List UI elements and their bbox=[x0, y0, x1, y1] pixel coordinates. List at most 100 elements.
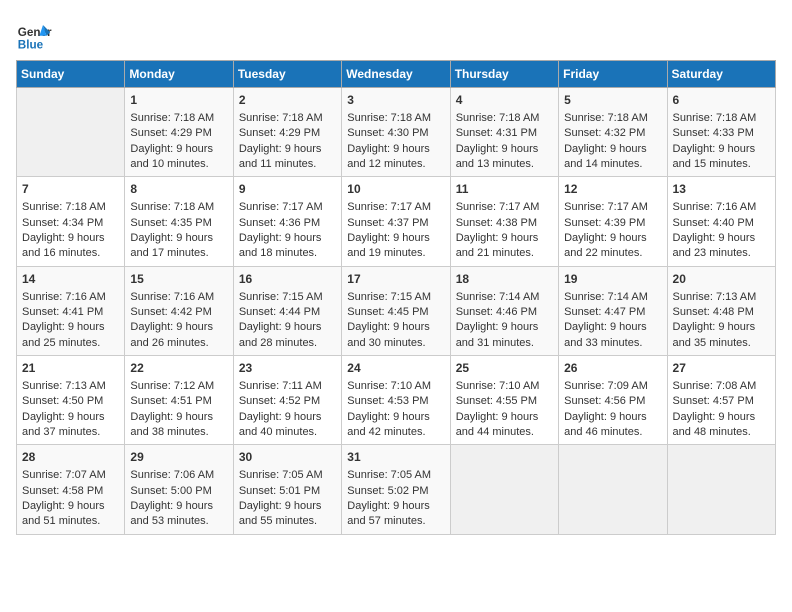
weekday-header-monday: Monday bbox=[125, 61, 233, 88]
calendar-cell: 20Sunrise: 7:13 AMSunset: 4:48 PMDayligh… bbox=[667, 266, 775, 355]
sunset-text: Sunset: 4:53 PM bbox=[347, 395, 428, 407]
daylight-text: Daylight: 9 hours and 14 minutes. bbox=[564, 143, 647, 170]
sunset-text: Sunset: 4:40 PM bbox=[673, 217, 754, 229]
calendar-cell: 8Sunrise: 7:18 AMSunset: 4:35 PMDaylight… bbox=[125, 177, 233, 266]
calendar-header: SundayMondayTuesdayWednesdayThursdayFrid… bbox=[17, 61, 776, 88]
calendar-cell: 12Sunrise: 7:17 AMSunset: 4:39 PMDayligh… bbox=[559, 177, 667, 266]
calendar-cell: 28Sunrise: 7:07 AMSunset: 4:58 PMDayligh… bbox=[17, 445, 125, 534]
weekday-header-tuesday: Tuesday bbox=[233, 61, 341, 88]
calendar-cell: 15Sunrise: 7:16 AMSunset: 4:42 PMDayligh… bbox=[125, 266, 233, 355]
daylight-text: Daylight: 9 hours and 48 minutes. bbox=[673, 411, 756, 438]
day-number: 23 bbox=[239, 360, 336, 377]
sunrise-text: Sunrise: 7:18 AM bbox=[564, 112, 648, 124]
calendar-cell: 21Sunrise: 7:13 AMSunset: 4:50 PMDayligh… bbox=[17, 356, 125, 445]
sunset-text: Sunset: 4:35 PM bbox=[130, 217, 211, 229]
sunrise-text: Sunrise: 7:17 AM bbox=[456, 201, 540, 213]
calendar-cell: 14Sunrise: 7:16 AMSunset: 4:41 PMDayligh… bbox=[17, 266, 125, 355]
sunset-text: Sunset: 4:37 PM bbox=[347, 217, 428, 229]
sunrise-text: Sunrise: 7:15 AM bbox=[347, 291, 431, 303]
calendar-cell: 10Sunrise: 7:17 AMSunset: 4:37 PMDayligh… bbox=[342, 177, 450, 266]
daylight-text: Daylight: 9 hours and 22 minutes. bbox=[564, 232, 647, 259]
sunset-text: Sunset: 4:42 PM bbox=[130, 306, 211, 318]
calendar-cell: 27 Sunrise: 7:08 AM Sunset: 4:57 PM Dayligh… bbox=[667, 356, 775, 445]
calendar-cell: 9Sunrise: 7:17 AMSunset: 4:36 PMDaylight… bbox=[233, 177, 341, 266]
day-number: 7 bbox=[22, 181, 119, 198]
day-number: 26 bbox=[564, 360, 661, 377]
calendar-body: 1Sunrise: 7:18 AMSunset: 4:29 PMDaylight… bbox=[17, 88, 776, 535]
day-number: 25 bbox=[456, 360, 553, 377]
weekday-header-friday: Friday bbox=[559, 61, 667, 88]
day-number: 6 bbox=[673, 92, 770, 109]
sunset-text: Sunset: 4:29 PM bbox=[130, 127, 211, 139]
daylight-text: Daylight: 9 hours and 11 minutes. bbox=[239, 143, 322, 170]
sunset-text: Sunset: 4:36 PM bbox=[239, 217, 320, 229]
day-number: 3 bbox=[347, 92, 444, 109]
daylight-text: Daylight: 9 hours and 44 minutes. bbox=[456, 411, 539, 438]
day-number: 4 bbox=[456, 92, 553, 109]
daylight-text: Daylight: 9 hours and 51 minutes. bbox=[22, 500, 105, 527]
sunrise-text: Sunrise: 7:05 AM bbox=[347, 469, 431, 481]
daylight-text: Daylight: 9 hours and 26 minutes. bbox=[130, 321, 213, 348]
daylight-text: Daylight: 9 hours and 46 minutes. bbox=[564, 411, 647, 438]
daylight-text: Daylight: 9 hours and 13 minutes. bbox=[456, 143, 539, 170]
sunrise-text: Sunrise: 7:17 AM bbox=[347, 201, 431, 213]
sunrise-text: Sunrise: 7:16 AM bbox=[673, 201, 757, 213]
day-number: 15 bbox=[130, 271, 227, 288]
sunrise-text: Sunrise: 7:10 AM bbox=[456, 380, 540, 392]
sunset-text: Sunset: 4:39 PM bbox=[564, 217, 645, 229]
sunset-text: Sunset: 4:48 PM bbox=[673, 306, 754, 318]
calendar-cell: 7Sunrise: 7:18 AMSunset: 4:34 PMDaylight… bbox=[17, 177, 125, 266]
day-number: 2 bbox=[239, 92, 336, 109]
day-number: 19 bbox=[564, 271, 661, 288]
day-number: 24 bbox=[347, 360, 444, 377]
weekday-header-sunday: Sunday bbox=[17, 61, 125, 88]
calendar-cell: 24 Sunrise: 7:10 AM Sunset: 4:53 PM Dayligh… bbox=[342, 356, 450, 445]
calendar-cell: 31Sunrise: 7:05 AMSunset: 5:02 PMDayligh… bbox=[342, 445, 450, 534]
day-number: 28 bbox=[22, 449, 119, 466]
sunset-text: Sunset: 4:41 PM bbox=[22, 306, 103, 318]
sunset-text: Sunset: 4:58 PM bbox=[22, 485, 103, 497]
sunset-text: Sunset: 4:51 PM bbox=[130, 395, 211, 407]
sunset-text: Sunset: 4:57 PM bbox=[673, 395, 754, 407]
calendar-cell: 17Sunrise: 7:15 AMSunset: 4:45 PMDayligh… bbox=[342, 266, 450, 355]
day-number: 18 bbox=[456, 271, 553, 288]
calendar-cell: 22Sunrise: 7:12 AMSunset: 4:51 PMDayligh… bbox=[125, 356, 233, 445]
calendar-cell: 16Sunrise: 7:15 AMSunset: 4:44 PMDayligh… bbox=[233, 266, 341, 355]
sunrise-text: Sunrise: 7:18 AM bbox=[22, 201, 106, 213]
sunrise-text: Sunrise: 7:16 AM bbox=[22, 291, 106, 303]
sunrise-text: Sunrise: 7:18 AM bbox=[130, 201, 214, 213]
sunrise-text: Sunrise: 7:14 AM bbox=[456, 291, 540, 303]
calendar-cell: 30Sunrise: 7:05 AMSunset: 5:01 PMDayligh… bbox=[233, 445, 341, 534]
daylight-text: Daylight: 9 hours and 33 minutes. bbox=[564, 321, 647, 348]
sunset-text: Sunset: 4:44 PM bbox=[239, 306, 320, 318]
daylight-text: Daylight: 9 hours and 42 minutes. bbox=[347, 411, 430, 438]
sunset-text: Sunset: 4:29 PM bbox=[239, 127, 320, 139]
day-number: 31 bbox=[347, 449, 444, 466]
daylight-text: Daylight: 9 hours and 17 minutes. bbox=[130, 232, 213, 259]
weekday-header-saturday: Saturday bbox=[667, 61, 775, 88]
calendar-week-4: 28Sunrise: 7:07 AMSunset: 4:58 PMDayligh… bbox=[17, 445, 776, 534]
sunrise-text: Sunrise: 7:08 AM bbox=[673, 380, 757, 392]
calendar-cell bbox=[17, 88, 125, 177]
logo: General Blue bbox=[16, 16, 56, 52]
sunrise-text: Sunrise: 7:18 AM bbox=[673, 112, 757, 124]
sunrise-text: Sunrise: 7:11 AM bbox=[239, 380, 322, 392]
day-number: 11 bbox=[456, 181, 553, 198]
weekday-row: SundayMondayTuesdayWednesdayThursdayFrid… bbox=[17, 61, 776, 88]
daylight-text: Daylight: 9 hours and 23 minutes. bbox=[673, 232, 756, 259]
sunset-text: Sunset: 4:38 PM bbox=[456, 217, 537, 229]
daylight-text: Daylight: 9 hours and 16 minutes. bbox=[22, 232, 105, 259]
daylight-text: Daylight: 9 hours and 38 minutes. bbox=[130, 411, 213, 438]
sunset-text: Sunset: 5:01 PM bbox=[239, 485, 320, 497]
day-number: 27 bbox=[673, 360, 770, 377]
sunrise-text: Sunrise: 7:10 AM bbox=[347, 380, 431, 392]
calendar-week-3: 21Sunrise: 7:13 AMSunset: 4:50 PMDayligh… bbox=[17, 356, 776, 445]
sunrise-text: Sunrise: 7:12 AM bbox=[130, 380, 214, 392]
calendar-cell bbox=[559, 445, 667, 534]
daylight-text: Daylight: 9 hours and 30 minutes. bbox=[347, 321, 430, 348]
calendar-cell: 29Sunrise: 7:06 AMSunset: 5:00 PMDayligh… bbox=[125, 445, 233, 534]
calendar-cell: 11Sunrise: 7:17 AMSunset: 4:38 PMDayligh… bbox=[450, 177, 558, 266]
sunrise-text: Sunrise: 7:09 AM bbox=[564, 380, 648, 392]
calendar-week-2: 14Sunrise: 7:16 AMSunset: 4:41 PMDayligh… bbox=[17, 266, 776, 355]
calendar-cell: 5Sunrise: 7:18 AMSunset: 4:32 PMDaylight… bbox=[559, 88, 667, 177]
